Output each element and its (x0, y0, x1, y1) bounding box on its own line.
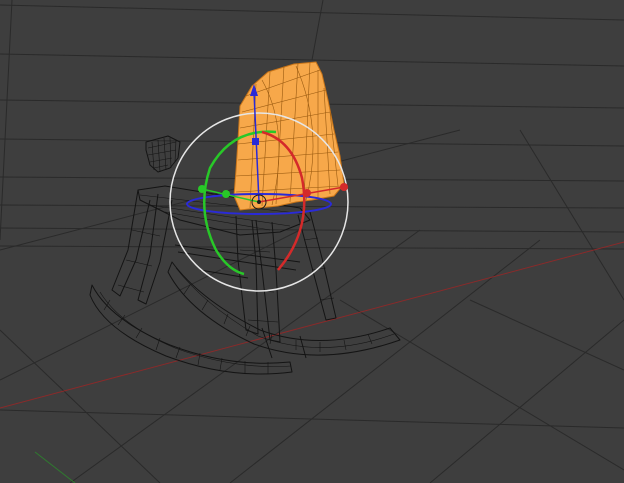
gizmo-x-handle[interactable] (340, 183, 348, 191)
gizmo-z-handle-inner[interactable] (252, 138, 259, 145)
horse-head-selected[interactable] (233, 61, 345, 211)
gizmo-y-handle[interactable] (198, 185, 206, 193)
3d-viewport[interactable] (0, 0, 624, 483)
y-axis-line (34, 451, 76, 483)
gizmo-x-handle-inner[interactable] (303, 189, 311, 197)
gizmo-y-handle-inner[interactable] (222, 190, 230, 198)
